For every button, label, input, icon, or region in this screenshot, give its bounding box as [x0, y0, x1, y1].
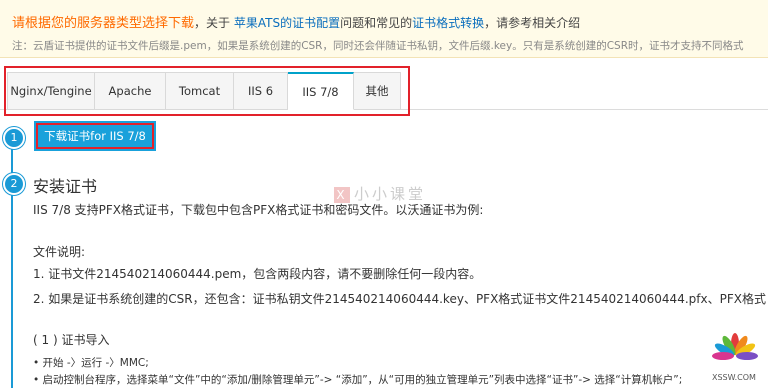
step-1-badge: 1: [3, 127, 25, 149]
file-desc-heading: 文件说明:: [33, 245, 86, 259]
step-2-badge: 2: [3, 173, 25, 195]
cert-import-heading: ( 1 ) 证书导入: [33, 333, 110, 347]
download-cert-label: 下载证书for IIS 7/8: [36, 123, 154, 149]
notice-text: ，关于: [194, 16, 234, 30]
site-logo-text: XSSW.COM: [712, 373, 756, 382]
file-item-1: 1. 证书文件214540214060444.pem，包含两段内容，请不要删除任…: [33, 267, 482, 281]
intro-text: IIS 7/8 支持PFX格式证书，下载包中包含PFX格式证书和密码文件。以沃通…: [33, 203, 484, 217]
cert-format-link[interactable]: 证书格式转换: [412, 16, 484, 30]
notice-text: ，请参考相关介绍: [484, 16, 581, 30]
tabs-highlight-box: [4, 66, 410, 116]
install-cert-heading: 安装证书: [33, 177, 98, 196]
step-bullet-2: • 启动控制台程序，选择菜单“文件”中的“添加/删除管理单元”-> “添加”，从…: [33, 374, 683, 386]
notice-line: 请根据您的服务器类型选择下载，关于 苹果ATS的证书配置问题和常见的证书格式转换…: [12, 12, 580, 31]
notice-text: 问题和常见的: [340, 16, 413, 30]
step-bullet-1: • 开始 -〉运行 -〉MMC;: [33, 357, 149, 369]
download-cert-button[interactable]: 下载证书for IIS 7/8: [34, 121, 156, 151]
notice-banner: 请根据您的服务器类型选择下载，关于 苹果ATS的证书配置问题和常见的证书格式转换…: [0, 0, 768, 58]
file-item-2: 2. 如果是证书系统创建的CSR，还包含：证书私钥文件2145402140604…: [33, 292, 766, 306]
notice-title: 请根据您的服务器类型选择下载: [12, 16, 195, 31]
ats-config-link[interactable]: 苹果ATS的证书配置: [234, 16, 340, 30]
notice-note: 注：云盾证书提供的证书文件后缀是.pem，如果是系统创建的CSR，同时还会伴随证…: [12, 40, 744, 52]
